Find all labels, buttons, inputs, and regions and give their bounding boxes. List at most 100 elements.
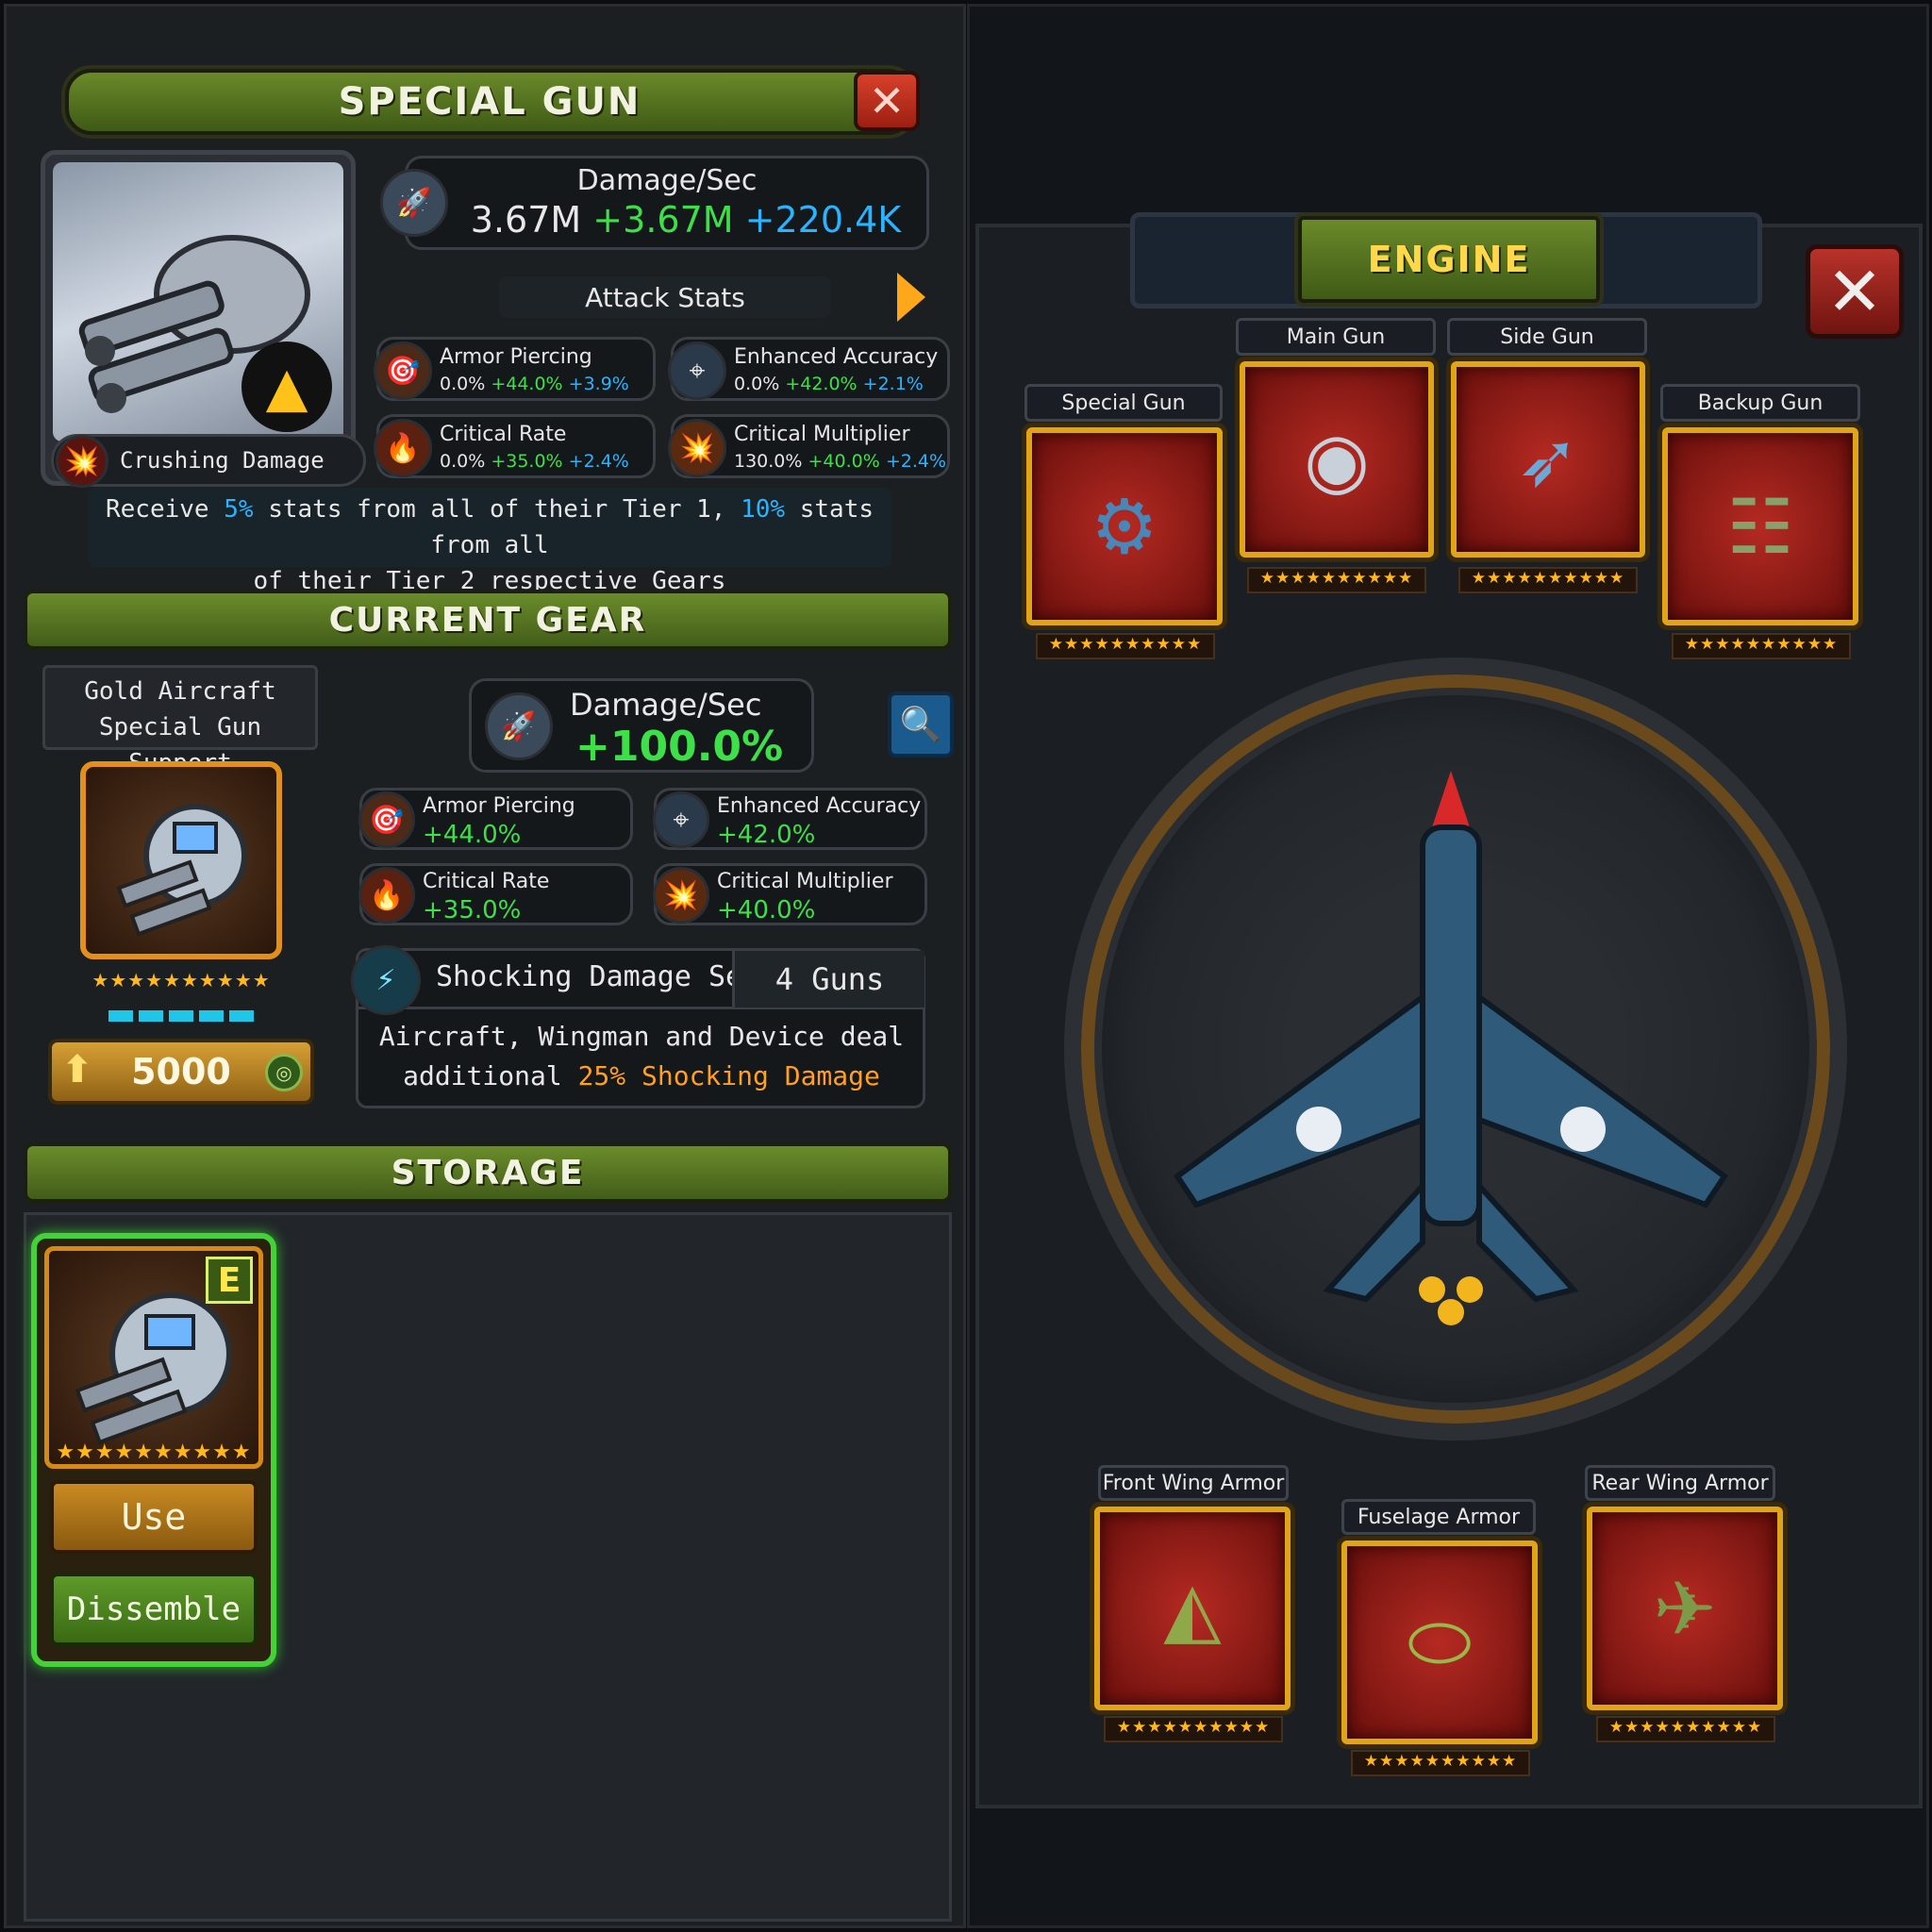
stat-green: +42.0% xyxy=(785,374,858,394)
stat-values: 0.0% +44.0% +3.9% xyxy=(440,374,629,394)
stat-blue: +2.1% xyxy=(862,374,924,394)
fuselage-armor-icon: ⬭ xyxy=(1407,1598,1473,1686)
set-name: Shocking Damage Set xyxy=(436,960,760,993)
slot-label-front-wing-armor: Front Wing Armor xyxy=(1098,1465,1289,1501)
turret-icon xyxy=(116,804,247,937)
stat-value: +44.0% xyxy=(423,821,522,849)
stat-name: Enhanced Accuracy xyxy=(734,345,939,369)
stat-name: Armor Piercing xyxy=(440,345,592,369)
stat-values: 0.0% +35.0% +2.4% xyxy=(440,451,629,472)
gun-portrait-frame: ▲ 💥 Crushing Damage xyxy=(41,150,366,488)
crosshair-icon: ⌖ xyxy=(668,341,726,400)
slot-side-gun[interactable]: ➶ xyxy=(1451,361,1645,558)
slot-special-gun[interactable]: ⚙ xyxy=(1026,427,1223,625)
armor-piercing-icon: 🎯 xyxy=(358,791,415,848)
stat-value: +42.0% xyxy=(717,821,816,849)
slot-label-main-gun: Main Gun xyxy=(1236,318,1436,356)
gun-portrait: ▲ xyxy=(53,162,343,441)
aircraft-icon xyxy=(1173,771,1729,1325)
dps-bonus-blue: +220.4K xyxy=(744,199,902,241)
slot-rear-wing-armor[interactable]: ✈ xyxy=(1587,1507,1783,1710)
upgrade-arrow-icon: ⬆ xyxy=(61,1048,93,1091)
close-button[interactable]: ✕ xyxy=(854,71,920,131)
slot-fuselage-armor[interactable]: ⬭ xyxy=(1341,1541,1538,1744)
attack-stats-tab[interactable]: Attack Stats xyxy=(499,276,831,318)
stat-name: Enhanced Accuracy xyxy=(717,794,922,818)
gear-dps-label: Damage/Sec xyxy=(570,687,762,723)
coin-icon: ◎ xyxy=(265,1054,303,1091)
dissemble-button[interactable]: Dissemble xyxy=(50,1573,258,1646)
stat-enhanced-accuracy: ⌖ Enhanced Accuracy 0.0% +42.0% +2.1% xyxy=(668,337,950,401)
description-line1: Receive 5% stats from all of their Tier … xyxy=(88,491,891,563)
dps-base: 3.67M xyxy=(470,199,582,241)
gear-name-line1: Gold Aircraft xyxy=(84,677,276,706)
stat-green: +35.0% xyxy=(491,451,563,472)
engine-title-text: ENGINE xyxy=(1367,239,1531,280)
set-desc-text: additional xyxy=(403,1060,578,1091)
slot-main-gun[interactable]: ◉ xyxy=(1240,361,1434,558)
slot-label-rear-wing-armor: Rear Wing Armor xyxy=(1585,1465,1775,1501)
next-arrow-icon[interactable] xyxy=(897,273,925,322)
dps-values: 3.67M +3.67M +220.4K xyxy=(408,199,926,241)
fire-icon: 🔥 xyxy=(358,867,415,924)
stat-blue: +2.4% xyxy=(568,451,629,472)
magnifier-icon: 🔍 xyxy=(899,706,942,744)
missile-launcher-icon: ☷ xyxy=(1726,482,1794,571)
ability-badge: 💥 Crushing Damage xyxy=(51,434,366,488)
desc-text: stats from all of their Tier 1, xyxy=(253,495,741,524)
panel-title: SPECIAL GUN xyxy=(65,69,914,135)
stat-value: +35.0% xyxy=(423,896,522,924)
bullets-icon: 🚀 xyxy=(485,692,553,760)
lightning-icon: ⚡ xyxy=(351,945,421,1015)
slot-stars-main-gun: ★★★★★★★★★★ xyxy=(1247,567,1426,593)
grade-badge: E xyxy=(206,1257,253,1304)
armor-piercing-icon: 🎯 xyxy=(374,341,432,400)
explosion-icon: 💥 xyxy=(668,419,726,477)
special-gun-panel: SPECIAL GUN ✕ ▲ 💥 Crushing Damage Damage… xyxy=(4,4,966,1928)
slot-backup-gun[interactable]: ☷ xyxy=(1662,427,1858,625)
gear-stat-critical-rate: 🔥 Critical Rate +35.0% xyxy=(358,863,633,925)
stat-green: +44.0% xyxy=(491,374,563,394)
rear-wing-icon: ✈ xyxy=(1653,1564,1717,1653)
upgrade-button[interactable]: ⬆ 5000 ◎ xyxy=(48,1039,314,1105)
use-label: Use xyxy=(121,1496,187,1538)
slot-stars-rear-wing-armor: ★★★★★★★★★★ xyxy=(1596,1716,1775,1742)
stat-critical-rate: 🔥 Critical Rate 0.0% +35.0% +2.4% xyxy=(374,414,656,478)
stat-name: Armor Piercing xyxy=(423,794,575,818)
engine-close-button[interactable]: ✕ xyxy=(1806,244,1904,339)
slot-label-fuselage-armor: Fuselage Armor xyxy=(1341,1499,1536,1535)
storage-item-stars: ★★★★★★★★★★ xyxy=(56,1441,252,1464)
slot-label-backup-gun: Backup Gun xyxy=(1660,384,1860,422)
desc-pct: 5% xyxy=(224,495,254,524)
stat-name: Critical Rate xyxy=(423,870,550,893)
slot-label-side-gun: Side Gun xyxy=(1447,318,1647,356)
stat-name: Critical Rate xyxy=(440,423,567,446)
stat-values: 130.0% +40.0% +2.4% xyxy=(734,451,946,472)
dissemble-label: Dissemble xyxy=(66,1591,242,1628)
twin-cannon-icon: ⚙ xyxy=(1091,482,1158,571)
set-bonus-box: ⚡ Shocking Damage Set 4 Guns Aircraft, W… xyxy=(351,945,925,1108)
emblem-icon: ▲ xyxy=(242,341,332,432)
use-button[interactable]: Use xyxy=(50,1480,258,1554)
slot-stars-side-gun: ★★★★★★★★★★ xyxy=(1458,567,1638,593)
gatling-icon: ◉ xyxy=(1304,415,1370,504)
ability-label: Crushing Damage xyxy=(120,447,325,474)
crushing-damage-icon: 💥 xyxy=(56,435,108,488)
dps-box: Damage/Sec 3.67M +3.67M +220.4K xyxy=(405,156,929,250)
gear-image[interactable] xyxy=(80,761,282,959)
slot-front-wing-armor[interactable]: ◭ xyxy=(1094,1507,1291,1710)
desc-text: Receive xyxy=(106,495,225,524)
engine-title: ENGINE xyxy=(1298,216,1600,303)
set-header: ⚡ Shocking Damage Set 4 Guns xyxy=(351,945,924,1015)
gear-stat-critical-multiplier: 💥 Critical Multiplier +40.0% xyxy=(653,863,927,925)
slot-label-special-gun: Special Gun xyxy=(1024,384,1223,422)
set-description-line1: Aircraft, Wingman and Device deal xyxy=(378,1021,905,1052)
close-icon: ✕ xyxy=(1825,252,1884,331)
dps-label: Damage/Sec xyxy=(576,164,758,197)
set-desc-highlight: 25% Shocking Damage xyxy=(577,1060,880,1091)
wing-armor-icon: ◭ xyxy=(1163,1564,1222,1653)
inspect-button[interactable]: 🔍 xyxy=(888,691,954,758)
current-gear-header: CURRENT GEAR xyxy=(24,590,952,650)
gear-stars: ★★★★★★★★★★ xyxy=(92,969,271,991)
storage-item-card[interactable]: E ★★★★★★★★★★ Use Dissemble xyxy=(31,1233,276,1667)
